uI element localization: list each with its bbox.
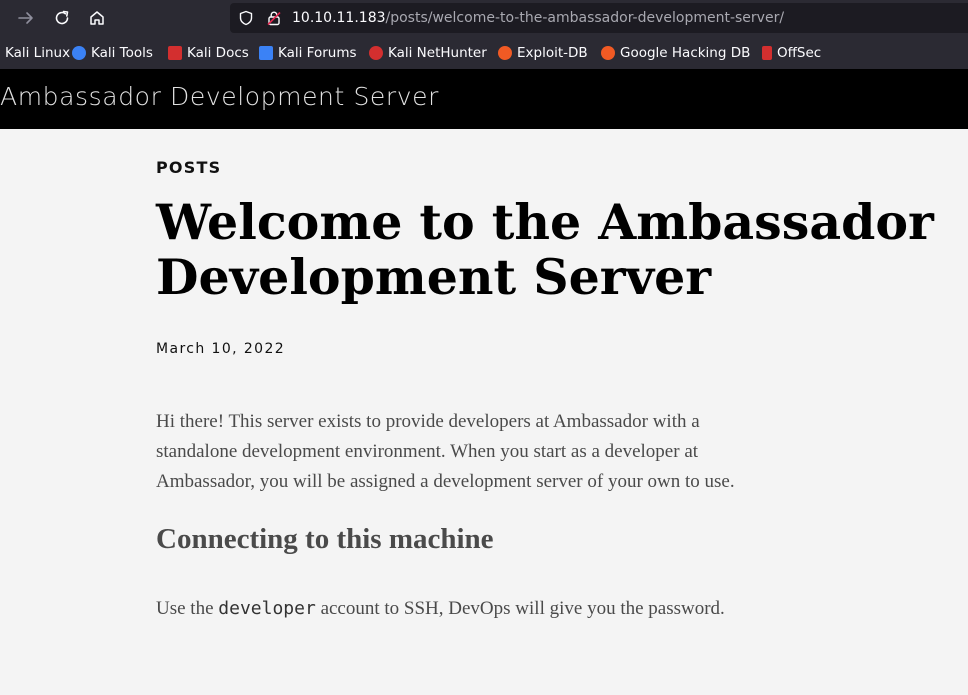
url-path: /posts/welcome-to-the-ambassador-develop… <box>385 10 785 26</box>
bookmark-label: Kali Linux <box>5 45 71 61</box>
bookmark-label: Kali Docs <box>187 45 249 61</box>
url-bar[interactable]: 10.10.11.183/posts/welcome-to-the-ambass… <box>230 3 968 33</box>
bookmark-kali-tools[interactable]: Kali Tools <box>72 44 153 62</box>
bookmark-kali-docs[interactable]: Kali Docs <box>168 44 249 62</box>
bookmark-offsec[interactable]: OffSec <box>760 44 821 62</box>
post-paragraph-ssh: Use the developer account to SSH, DevOps… <box>156 594 816 624</box>
reload-icon[interactable] <box>50 6 74 30</box>
bookmark-kali-nethunter[interactable]: Kali NetHunter <box>369 44 487 62</box>
site-title-link[interactable]: Ambassador Development Server <box>0 82 439 111</box>
kali-docs-icon <box>168 46 182 60</box>
home-icon[interactable] <box>85 6 109 30</box>
kali-forums-icon <box>259 46 273 60</box>
post-date: March 10, 2022 <box>156 341 286 357</box>
bookmarks-bar: Kali Linux Kali Tools Kali Docs Kali For… <box>0 36 968 69</box>
bookmark-label: Exploit-DB <box>517 45 588 61</box>
insecure-lock-icon[interactable] <box>266 10 282 30</box>
post-section-label[interactable]: POSTS <box>156 158 221 177</box>
paragraph-text-before: Use the <box>156 598 219 619</box>
forward-arrow-icon[interactable] <box>14 6 38 30</box>
url-text[interactable]: 10.10.11.183/posts/welcome-to-the-ambass… <box>292 9 784 27</box>
paragraph-text-after: account to SSH, DevOps will give you the… <box>315 598 725 619</box>
bookmark-label: Kali Forums <box>278 45 357 61</box>
bookmark-label: OffSec <box>777 45 822 61</box>
bookmark-exploit-db[interactable]: Exploit-DB <box>498 44 588 62</box>
bookmark-google-hacking-db[interactable]: Google Hacking DB <box>601 44 750 62</box>
post-paragraph-intro: Hi there! This server exists to provide … <box>156 411 735 492</box>
inline-code-username: developer <box>218 598 316 619</box>
exploit-db-icon <box>498 46 512 60</box>
bookmark-label: Kali NetHunter <box>388 45 487 61</box>
post-subheading: Connecting to this machine <box>156 523 494 555</box>
offsec-icon <box>762 46 772 60</box>
kali-nethunter-icon <box>369 46 383 60</box>
bookmark-kali-linux[interactable]: Kali Linux <box>0 44 70 62</box>
bookmark-label: Google Hacking DB <box>620 45 751 61</box>
site-header: Ambassador Development Server <box>0 69 968 129</box>
shield-icon[interactable] <box>238 10 254 30</box>
bookmark-kali-forums[interactable]: Kali Forums <box>259 44 357 62</box>
google-hacking-db-icon <box>601 46 615 60</box>
url-host: 10.10.11.183 <box>292 10 386 26</box>
kali-tools-icon <box>72 46 86 60</box>
browser-toolbar: 10.10.11.183/posts/welcome-to-the-ambass… <box>0 0 968 36</box>
bookmark-label: Kali Tools <box>91 45 153 61</box>
post-title: Welcome to the Ambassador Development Se… <box>156 193 934 306</box>
